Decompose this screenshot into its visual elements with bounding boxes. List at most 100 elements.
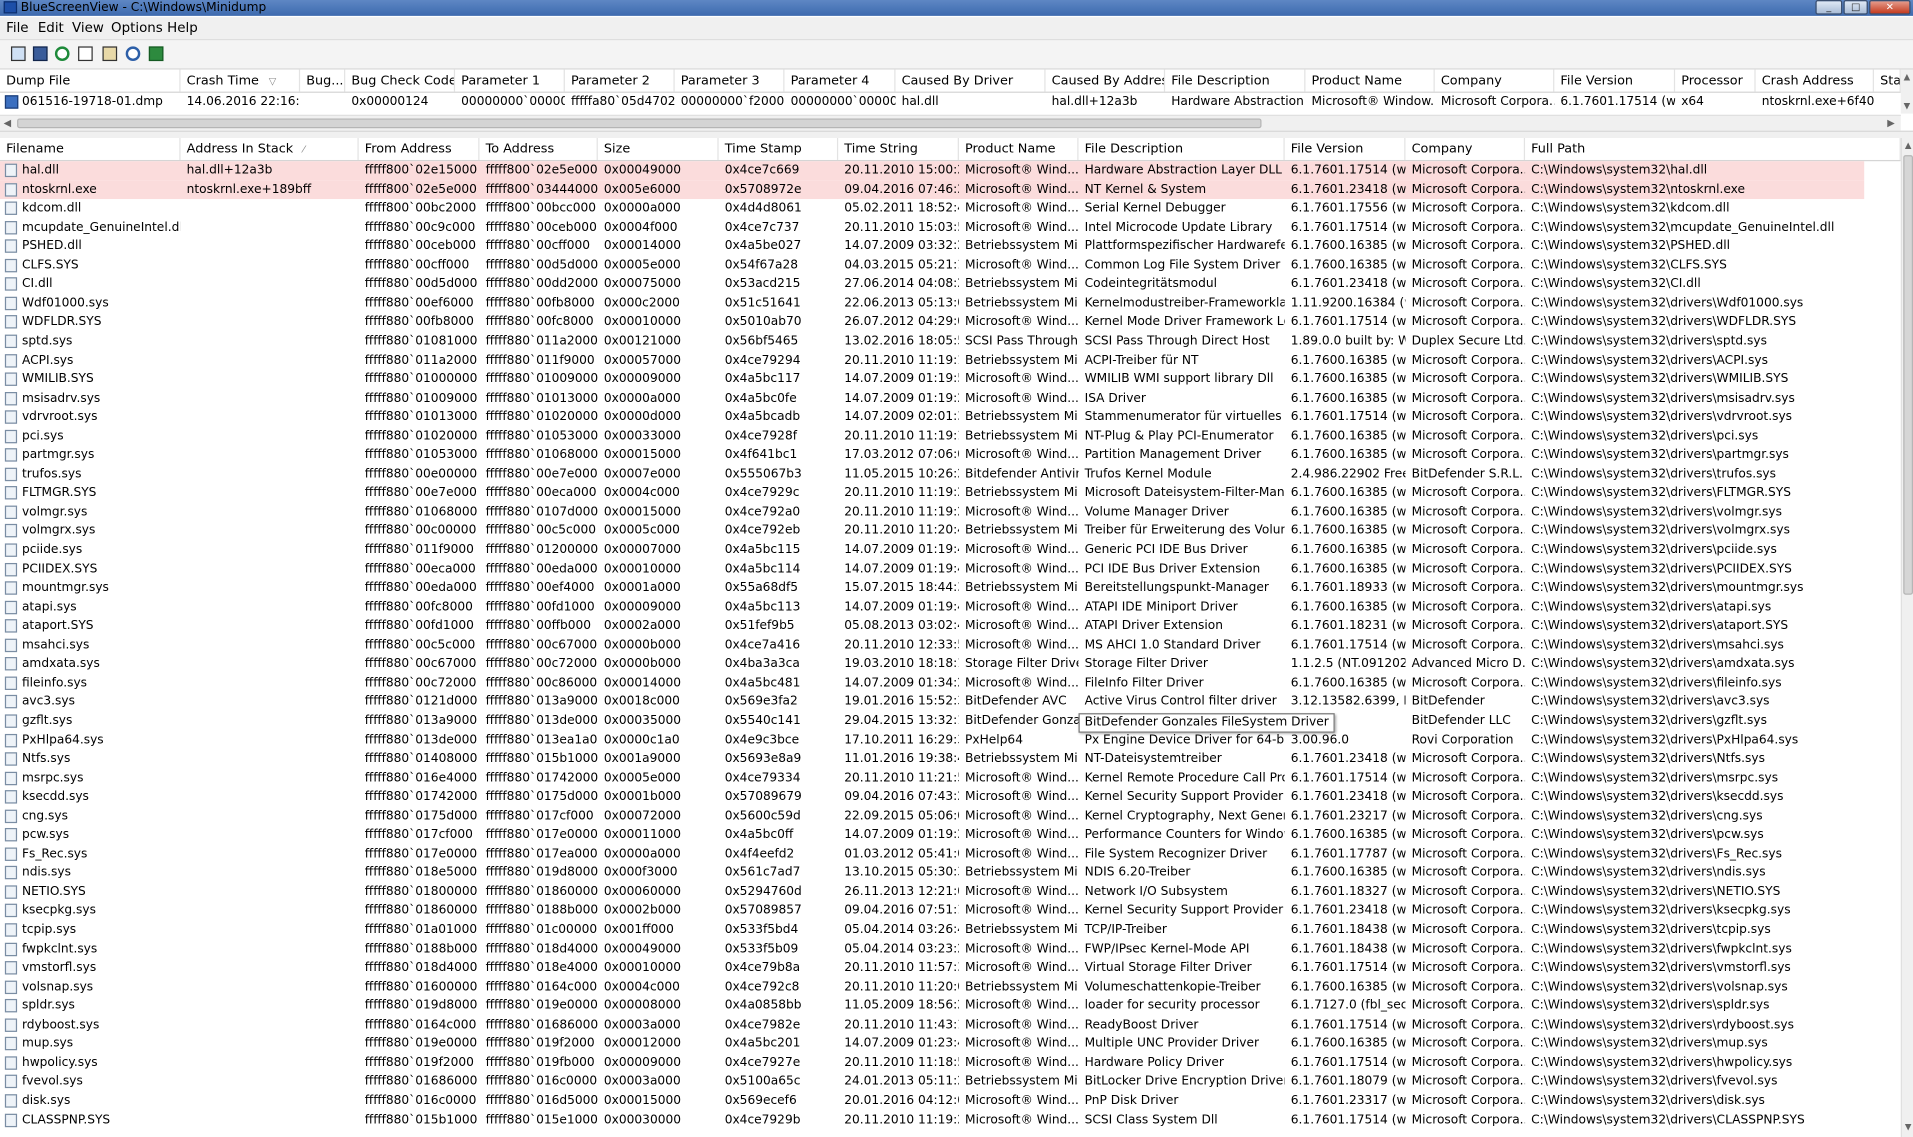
driver-row[interactable]: msrpc.sys fffff880`016e4000 fffff880`01742… — [0, 769, 1864, 788]
driver-row[interactable]: volmgr.sys fffff880`01068000 fffff880`0107… — [0, 503, 1864, 522]
driver-row[interactable]: ntoskrnl.exe ntoskrnl.exe+189bff fffff800`… — [0, 180, 1865, 200]
driver-row[interactable]: NETIO.SYS fffff880`01800000 fffff880`01860… — [0, 883, 1864, 902]
driver-row[interactable]: CLASSPNP.SYS fffff880`015b1000 fffff880`01… — [0, 1111, 1864, 1130]
driver-col-file-description[interactable]: File Description — [1079, 137, 1285, 160]
menu-view[interactable]: View — [72, 18, 104, 38]
driver-row[interactable]: ndis.sys fffff880`018e5000 fffff880`019d80… — [0, 864, 1864, 883]
scroll-down-arrow-icon[interactable]: ▼ — [1901, 99, 1913, 114]
dump-col-processor[interactable]: Processor — [1675, 69, 1756, 92]
dump-col-caused-by-driver[interactable]: Caused By Driver — [896, 69, 1046, 92]
driver-row[interactable]: ACPI.sys fffff880`011a2000 fffff880`011f90… — [0, 351, 1864, 370]
driver-col-time-stamp[interactable]: Time Stamp — [719, 137, 839, 160]
driver-row[interactable]: cng.sys fffff880`0175d000 fffff880`017cf00… — [0, 807, 1864, 826]
driver-row[interactable]: pcw.sys fffff880`017cf000 fffff880`017e000… — [0, 826, 1864, 845]
refresh-icon[interactable] — [52, 44, 72, 64]
driver-row[interactable]: partmgr.sys fffff880`01053000 fffff880`010… — [0, 446, 1864, 465]
driver-row[interactable]: volsnap.sys fffff880`01600000 fffff880`016… — [0, 978, 1864, 997]
menu-edit[interactable]: Edit — [38, 18, 64, 38]
driver-col-address-in-stack[interactable]: Address In Stack ⁄ — [181, 137, 359, 160]
driver-row[interactable]: volmgrx.sys fffff880`00c00000 fffff880`00c… — [0, 522, 1864, 541]
driver-row[interactable]: ataport.SYS fffff880`00fd1000 fffff880`00f… — [0, 617, 1864, 636]
save-html-report-icon[interactable] — [9, 44, 29, 64]
driver-row[interactable]: WMILIB.SYS fffff880`01000000 fffff880`0100… — [0, 370, 1864, 389]
dump-col-crash-address[interactable]: Crash Address — [1756, 69, 1874, 92]
driver-row[interactable]: disk.sys fffff880`016c0000 fffff880`016d50… — [0, 1092, 1864, 1111]
copy-icon[interactable] — [76, 44, 96, 64]
driver-row[interactable]: atapi.sys fffff880`00fc8000 fffff880`00fd1… — [0, 598, 1864, 617]
driver-row[interactable]: vmstorfl.sys fffff880`018d4000 fffff880`01… — [0, 959, 1864, 978]
driver-row[interactable]: pci.sys fffff880`01020000 fffff880`0105300… — [0, 427, 1864, 446]
driver-row[interactable]: CLFS.SYS fffff880`00cff000 fffff880`00d5d0… — [0, 256, 1864, 275]
driver-row[interactable]: Fs_Rec.sys fffff880`017e0000 fffff880`017e… — [0, 845, 1864, 864]
dump-col-product-name[interactable]: Product Name — [1305, 69, 1435, 92]
driver-row[interactable]: mup.sys fffff880`019e0000 fffff880`019f200… — [0, 1035, 1864, 1054]
driver-row[interactable]: kdcom.dll fffff800`00bc2000 fffff800`00bcc… — [0, 199, 1864, 218]
driver-row[interactable]: spldr.sys fffff880`019d8000 fffff880`019e0… — [0, 997, 1864, 1016]
driver-row[interactable]: fwpkclnt.sys fffff880`0188b000 fffff880`01… — [0, 940, 1864, 959]
scroll-right-arrow-icon[interactable]: ▶ — [1884, 116, 1899, 131]
dump-col-company[interactable]: Company — [1435, 69, 1555, 92]
scroll-down-arrow-icon[interactable]: ▼ — [1902, 1120, 1913, 1135]
driver-row[interactable]: PCIIDEX.SYS fffff880`00eca000 fffff880`00e… — [0, 560, 1864, 579]
driver-row[interactable]: pciide.sys fffff880`011f9000 fffff880`0120… — [0, 541, 1864, 560]
driver-list-vertical-scrollbar[interactable]: ▲ ▼ — [1900, 137, 1913, 1137]
driver-row[interactable]: Ntfs.sys fffff880`01408000 fffff880`015b10… — [0, 750, 1864, 769]
dump-list-horizontal-scrollbar[interactable]: ◀ ▶ — [0, 114, 1901, 131]
driver-row[interactable]: avc3.sys fffff880`0121d000 fffff880`013a90… — [0, 693, 1864, 712]
scroll-left-arrow-icon[interactable]: ◀ — [0, 116, 15, 131]
driver-row[interactable]: CI.dll fffff880`00d5d000 fffff880`00dd2000… — [0, 275, 1864, 294]
save-icon[interactable] — [31, 44, 51, 64]
dump-col-parameter-3[interactable]: Parameter 3 — [675, 69, 785, 92]
dump-col-dump-file[interactable]: Dump File — [0, 69, 181, 92]
dump-col-crash-time[interactable]: Crash Time ▽ — [181, 69, 301, 92]
properties-icon[interactable] — [100, 44, 120, 64]
minimize-button[interactable]: _ — [1815, 0, 1843, 15]
vertical-scroll-thumb[interactable] — [1903, 155, 1913, 595]
scroll-up-arrow-icon[interactable]: ▲ — [1901, 70, 1913, 85]
driver-col-filename[interactable]: Filename — [0, 137, 181, 160]
driver-row[interactable]: amdxata.sys fffff880`00c67000 fffff880`00c… — [0, 655, 1864, 674]
driver-row[interactable]: hwpolicy.sys fffff880`019f2000 fffff880`01… — [0, 1054, 1864, 1073]
driver-row[interactable]: PxHlpa64.sys fffff880`013de000 fffff880`01… — [0, 731, 1864, 750]
driver-row[interactable]: sptd.sys fffff880`01081000 fffff880`011a20… — [0, 332, 1864, 351]
dump-col-parameter-1[interactable]: Parameter 1 — [455, 69, 565, 92]
driver-row[interactable]: gzflt.sys fffff880`013a9000 fffff880`013de… — [0, 712, 1864, 731]
dump-row[interactable]: 061516-19718-01.dmp 14.06.2016 22:16:16 … — [0, 93, 1901, 112]
driver-col-product-name[interactable]: Product Name — [959, 137, 1079, 160]
menu-help[interactable]: Help — [167, 18, 198, 38]
scroll-up-arrow-icon[interactable]: ▲ — [1902, 138, 1913, 153]
driver-row[interactable]: tcpip.sys fffff880`01a01000 fffff880`01c00… — [0, 921, 1864, 940]
driver-row[interactable]: hal.dll hal.dll+12a3b fffff800`02e15000 fff… — [0, 161, 1865, 181]
driver-col-file-version[interactable]: File Version — [1285, 137, 1406, 160]
dump-list-vertical-scrollbar[interactable]: ▲ ▼ — [1900, 69, 1913, 114]
maximize-button[interactable]: □ — [1843, 0, 1868, 15]
menu-file[interactable]: File — [6, 18, 28, 38]
driver-row[interactable]: FLTMGR.SYS fffff880`00e7e000 fffff880`00ec… — [0, 484, 1864, 503]
driver-col-full-path[interactable]: Full Path — [1525, 137, 1901, 160]
driver-col-from-address[interactable]: From Address — [359, 137, 480, 160]
driver-row[interactable]: msahci.sys fffff880`00c5c000 fffff880`00c6… — [0, 636, 1864, 655]
dump-col-bug[interactable]: Bug... — [300, 69, 346, 92]
driver-row[interactable]: ksecdd.sys fffff880`01742000 fffff880`0175… — [0, 788, 1864, 807]
dump-col-parameter-4[interactable]: Parameter 4 — [784, 69, 896, 92]
dump-col-file-description[interactable]: File Description — [1165, 69, 1306, 92]
driver-row[interactable]: Wdf01000.sys fffff880`00ef6000 fffff880`00… — [0, 294, 1864, 313]
driver-row[interactable]: WDFLDR.SYS fffff880`00fb8000 fffff880`00fc… — [0, 313, 1864, 332]
find-icon[interactable] — [123, 44, 143, 64]
dump-col-file-version[interactable]: File Version — [1554, 69, 1676, 92]
driver-row[interactable]: msisadrv.sys fffff880`01009000 fffff880`01… — [0, 389, 1864, 408]
dump-col-stack[interactable]: Stac — [1874, 69, 1901, 92]
driver-col-time-string[interactable]: Time String — [838, 137, 959, 160]
driver-row[interactable]: vdrvroot.sys fffff880`01013000 fffff880`01… — [0, 408, 1864, 427]
title-bar[interactable]: BlueScreenView - C:\Windows\Minidump _ □… — [0, 0, 1913, 16]
driver-row[interactable]: PSHED.dll fffff880`00ceb000 fffff880`00cff… — [0, 237, 1864, 256]
driver-col-company[interactable]: Company — [1405, 137, 1526, 160]
driver-row[interactable]: mcupdate_GenuineIntel.dll fffff880`00c9c0… — [0, 218, 1864, 237]
menu-options[interactable]: Options — [111, 18, 163, 38]
driver-col-to-address[interactable]: To Address — [479, 137, 598, 160]
dump-col-bug-check-code[interactable]: Bug Check Code — [345, 69, 456, 92]
dump-col-parameter-2[interactable]: Parameter 2 — [565, 69, 675, 92]
driver-row[interactable]: fileinfo.sys fffff880`00c72000 fffff880`00… — [0, 674, 1864, 693]
driver-row[interactable]: fvevol.sys fffff880`01686000 fffff880`016c… — [0, 1073, 1864, 1092]
driver-row[interactable]: trufos.sys fffff880`00e00000 fffff880`00e7… — [0, 465, 1864, 484]
